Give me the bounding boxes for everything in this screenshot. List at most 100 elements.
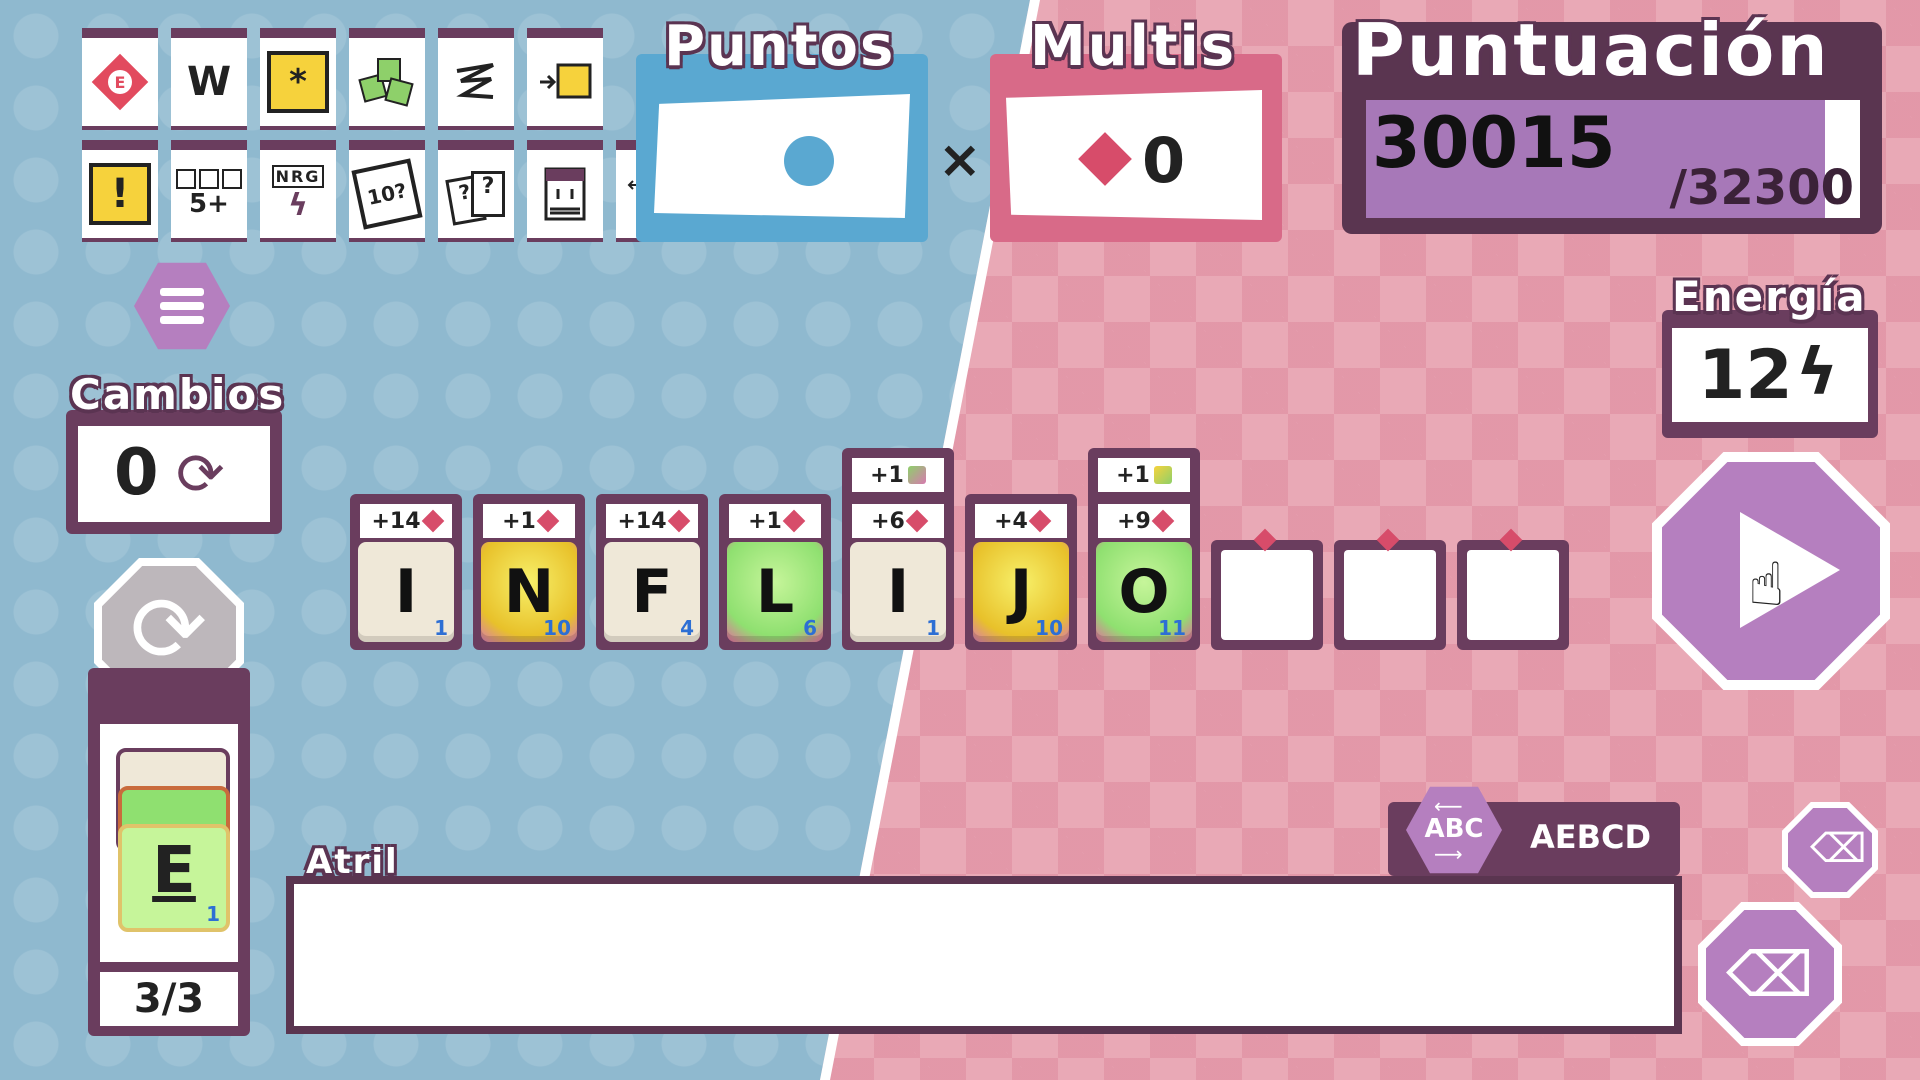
tile-bonus-label: +14 — [371, 508, 421, 534]
joker-label: ! — [89, 163, 151, 225]
score-current: 30015 — [1372, 102, 1616, 184]
svg-text:E: E — [115, 73, 126, 92]
changes-value: 0 — [114, 436, 159, 510]
question-cards-joker-icon[interactable]: ? ? — [438, 140, 514, 238]
diamond-icon — [667, 509, 690, 533]
tile-value: 10 — [1035, 616, 1063, 640]
word-tile-slot[interactable]: +1 L 6 — [719, 494, 831, 650]
tile-bonus-tag: +6 — [852, 504, 944, 538]
clear-word-button[interactable]: ⌫ — [1782, 802, 1878, 898]
joker-label: NRG — [271, 165, 325, 188]
no-e-joker-icon[interactable]: E — [82, 28, 158, 126]
wildcard-joker-icon[interactable]: * — [260, 28, 336, 126]
letter-tile[interactable]: J 10 — [973, 542, 1069, 642]
empty-slot-face — [1344, 550, 1436, 640]
tile-bonus-tag: +1 — [1098, 458, 1190, 492]
empty-word-slot[interactable] — [1334, 528, 1446, 650]
swap-icon: ⟳ — [130, 576, 208, 683]
tile-letter: I — [394, 557, 418, 627]
rack — [286, 876, 1682, 1034]
tile-letter: J — [1009, 557, 1033, 627]
word-tile-slot[interactable]: +1 +6 I 1 — [842, 448, 954, 650]
deck-top-letter: E — [152, 834, 196, 908]
letter-tile[interactable]: F4 — [604, 542, 700, 642]
arrow-left-icon: ⟵ — [1434, 794, 1463, 818]
empty-slot-face — [1467, 550, 1559, 640]
tile-value: 1 — [434, 616, 448, 640]
discard-icon: ⌫ — [1726, 938, 1814, 1011]
word-tile-slot[interactable]: +4 J 10 — [965, 494, 1077, 650]
deck-joker-icon[interactable] — [527, 140, 603, 238]
menu-icon-bar — [160, 316, 204, 324]
joker-label: 10? — [351, 158, 423, 230]
tile-value: 6 — [803, 616, 817, 640]
tile-letter: F — [631, 557, 673, 627]
energy-panel: 12 ϟ — [1662, 310, 1878, 438]
score-target: /32300 — [1669, 160, 1854, 216]
tile-bonus-label: +1 — [502, 508, 536, 534]
lightning-icon: ϟ — [288, 188, 308, 223]
tile-bonus-tag: +1 — [852, 458, 944, 492]
letter-tile[interactable]: O 11 — [1096, 542, 1192, 642]
cards-icon: ? ? — [445, 163, 507, 226]
w-joker-icon[interactable]: W — [171, 28, 247, 126]
empty-word-slot[interactable] — [1211, 528, 1323, 650]
word-tile-slot[interactable]: +14 F 4 — [596, 494, 708, 650]
deck-count: 3/3 — [100, 972, 238, 1026]
points-title: Puntos — [664, 14, 896, 79]
menu-icon-bar — [160, 302, 204, 310]
card-label: ? — [471, 171, 505, 217]
tile-bonus-label: +4 — [994, 508, 1028, 534]
joker-label: * — [267, 51, 329, 113]
sort-order-label[interactable]: AEBCD — [1530, 818, 1651, 856]
rack-title: Atril — [306, 842, 399, 882]
tile-bonus-label: +1 — [748, 508, 782, 534]
points-display — [654, 94, 910, 218]
backspace-icon: ⌫ — [1810, 826, 1867, 872]
deck-top-tile: E 1 — [118, 824, 230, 932]
stacked-a-joker-icon[interactable] — [349, 28, 425, 126]
energy-value: 12 — [1698, 336, 1793, 415]
empty-word-slot[interactable] — [1457, 528, 1569, 650]
scribble-arrow-joker-icon[interactable] — [438, 28, 514, 126]
tile-letter: I — [886, 557, 910, 627]
ten-question-joker-icon[interactable]: 10? — [349, 140, 425, 238]
deck-panel: E 1 3/3 — [88, 668, 250, 1036]
multis-value: 0 — [1142, 124, 1186, 197]
joker-label: W — [186, 59, 232, 105]
letter-tile[interactable]: I1 — [850, 542, 946, 642]
deck-top-value: 1 — [206, 902, 220, 926]
word-tile-slot[interactable]: +1 +9 O 11 — [1088, 448, 1200, 650]
arrow-square-joker-icon[interactable] — [527, 28, 603, 126]
multis-display — [1006, 90, 1262, 220]
tile-bonus-tag: +14 — [360, 504, 452, 538]
empty-slot-face — [1221, 550, 1313, 640]
word-tile-slot[interactable]: +1 N 10 — [473, 494, 585, 650]
changes-title: Cambios — [70, 370, 286, 419]
points-panel — [636, 54, 928, 242]
diamond-icon — [421, 509, 444, 533]
exclamation-joker-icon[interactable]: ! — [82, 140, 158, 238]
rainbow-square-icon — [1153, 466, 1172, 484]
tile-bonus-tag: +14 — [606, 504, 698, 538]
diamond-icon — [905, 509, 929, 533]
tile-value: 11 — [1158, 616, 1186, 640]
rack-area[interactable] — [294, 884, 1674, 1026]
tile-value: 10 — [543, 616, 571, 640]
letter-tile[interactable]: I1 — [358, 542, 454, 642]
menu-icon — [160, 288, 204, 296]
diamond-icon — [1028, 509, 1052, 533]
tile-bonus-label: +6 — [871, 508, 905, 534]
letter-tile[interactable]: N 10 — [481, 542, 577, 642]
tile-bonus-label: +14 — [617, 508, 667, 534]
letter-tile[interactable]: L6 — [727, 542, 823, 642]
five-plus-joker-icon[interactable]: 5+ — [171, 140, 247, 238]
word-tile-slot[interactable]: +14 I 1 — [350, 494, 462, 650]
tile-bonus-tag: +1 — [729, 504, 821, 538]
diamond-icon — [1151, 509, 1175, 533]
changes-panel: 0 ⟳ — [66, 410, 282, 534]
changes-display — [78, 426, 270, 522]
nrg-joker-icon[interactable]: NRG ϟ — [260, 140, 336, 238]
tile-letter: L — [755, 557, 795, 627]
diamond-icon — [536, 509, 560, 533]
